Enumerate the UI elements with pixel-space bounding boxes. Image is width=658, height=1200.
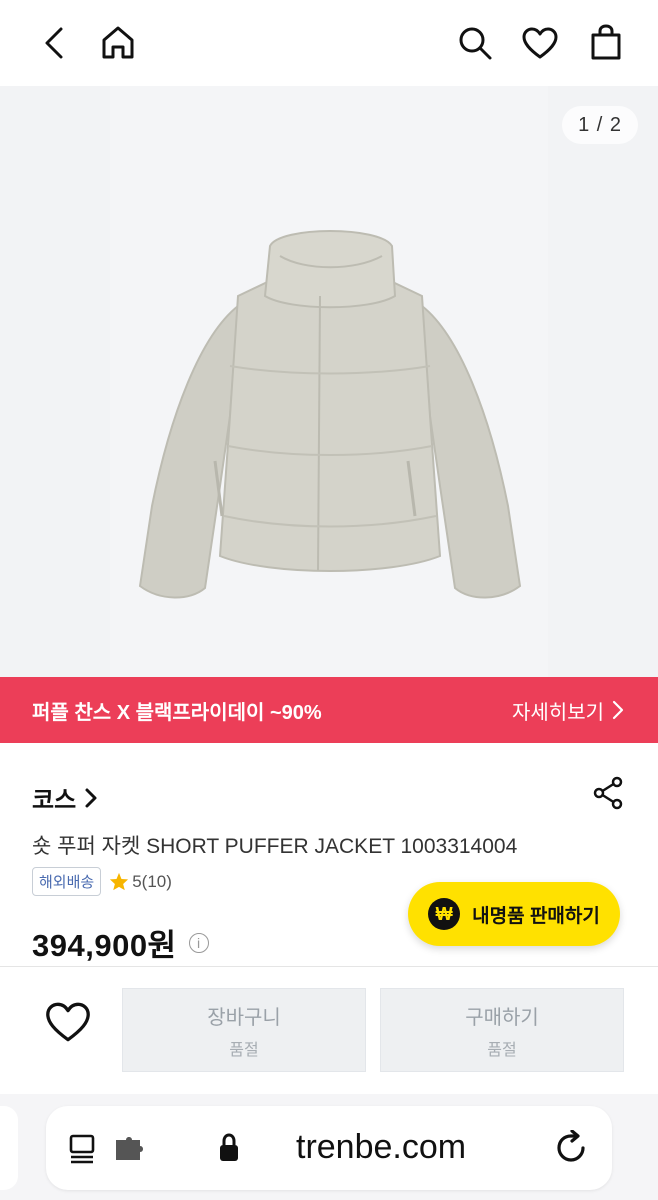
price-row: 394,900원 i	[32, 920, 209, 965]
jacket-photo	[138, 230, 522, 599]
home-icon[interactable]	[98, 22, 138, 62]
info-icon[interactable]: i	[188, 932, 209, 953]
back-icon[interactable]	[36, 24, 72, 62]
search-icon[interactable]	[456, 24, 494, 62]
url-field[interactable]: trenbe.com	[46, 1106, 612, 1190]
chevron-right-icon	[612, 700, 624, 720]
promo-banner[interactable]: 퍼플 찬스 X 블랙프라이데이 ~90% 자세히보기	[0, 677, 658, 743]
promo-banner-title: 퍼플 찬스 X 블랙프라이데이 ~90%	[32, 701, 322, 724]
browser-address-bar: trenbe.com	[0, 1094, 658, 1200]
lock-icon	[220, 1133, 238, 1161]
buy-button-status: 품절	[487, 1041, 517, 1059]
promo-details-label: 자세히보기	[512, 701, 604, 724]
shopping-bag-icon[interactable]	[586, 22, 626, 62]
brand-link[interactable]: 코스	[32, 780, 98, 815]
add-to-cart-button[interactable]: 장바구니 품절	[122, 988, 366, 1072]
heart-icon[interactable]	[520, 24, 560, 62]
share-icon[interactable]	[592, 776, 624, 815]
star-icon	[110, 872, 129, 891]
buy-now-button[interactable]: 구매하기 품절	[380, 988, 624, 1072]
won-icon: ₩	[428, 898, 461, 930]
product-image-gallery[interactable]: 1 / 2	[0, 86, 658, 677]
url-left-icons	[68, 1132, 148, 1164]
brand-name: 코스	[32, 787, 77, 814]
top-navigation-bar	[0, 0, 658, 86]
cart-button-status: 품절	[229, 1041, 259, 1059]
image-counter: 1 / 2	[562, 106, 638, 144]
chevron-right-icon	[85, 788, 97, 807]
previous-tab-edge[interactable]	[0, 1106, 18, 1190]
product-price: 394,900원	[32, 928, 177, 963]
reload-icon[interactable]	[554, 1130, 590, 1166]
sell-button-label: 내명품 판매하기	[472, 905, 600, 927]
divider	[0, 966, 658, 967]
page-menu-icon[interactable]	[68, 1132, 100, 1164]
wishlist-heart-icon[interactable]	[44, 1000, 92, 1049]
shipping-badge: 해외배송	[32, 867, 102, 896]
promo-details-link[interactable]: 자세히보기	[512, 696, 624, 725]
rating-value: 5(10)	[132, 871, 172, 891]
url-text: trenbe.com	[296, 1128, 467, 1166]
buy-button-label: 구매하기	[465, 1006, 539, 1029]
sell-my-luxury-button[interactable]: ₩ 내명품 판매하기	[408, 882, 620, 946]
extension-icon[interactable]	[114, 1134, 148, 1162]
product-meta: 해외배송 5(10)	[32, 867, 172, 896]
cart-button-label: 장바구니	[207, 1006, 281, 1029]
rating[interactable]: 5(10)	[109, 872, 172, 892]
product-name: 숏 푸퍼 자켓 SHORT PUFFER JACKET 1003314004	[32, 835, 518, 858]
